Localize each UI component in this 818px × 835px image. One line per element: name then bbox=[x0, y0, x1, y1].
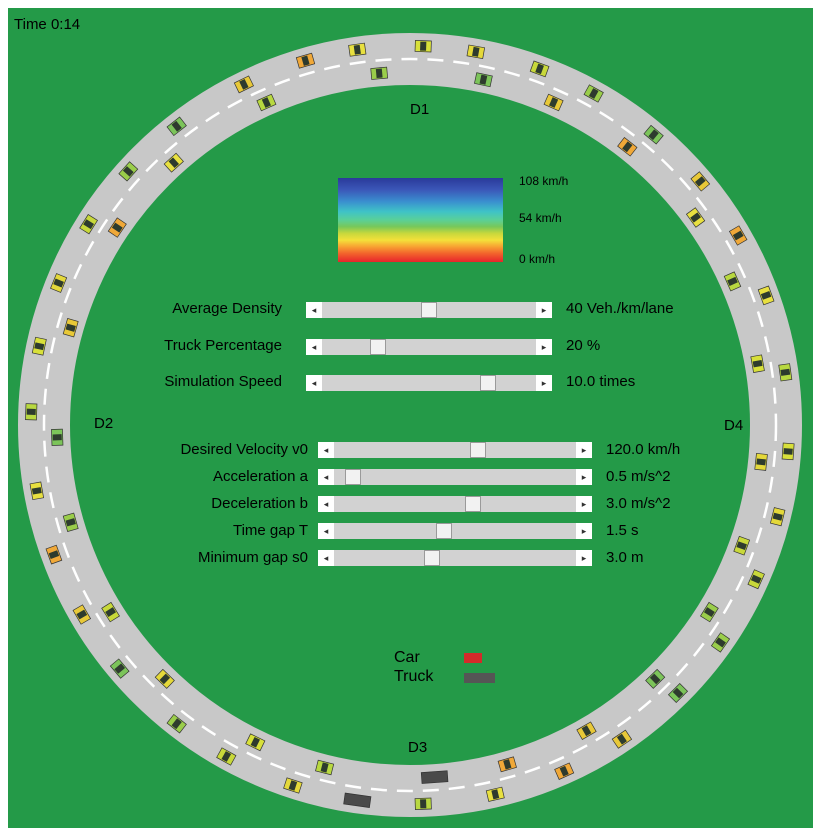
time-display: Time 0:14 bbox=[14, 16, 81, 33]
speed-colorbar bbox=[338, 178, 503, 262]
car-vehicle bbox=[778, 363, 793, 382]
minimum-gap-slider[interactable]: ◂ ▸ bbox=[318, 550, 592, 566]
car-vehicle bbox=[29, 481, 45, 501]
car-vehicle bbox=[25, 403, 38, 421]
simulation-canvas: Time 0:14 D1 D2 D3 D4 108 km/h 54 km/h 0… bbox=[8, 8, 813, 828]
desired-velocity-value: 120.0 km/h bbox=[606, 441, 681, 458]
minimum-gap-label: Minimum gap s0 bbox=[197, 549, 308, 566]
slider-right-arrow-icon[interactable]: ▸ bbox=[576, 523, 592, 539]
desired-velocity-slider[interactable]: ◂ ▸ bbox=[318, 442, 592, 458]
vehicle-body bbox=[420, 770, 449, 784]
simulation-speed-label: Simulation Speed bbox=[164, 373, 282, 390]
time-gap-value: 1.5 s bbox=[606, 522, 639, 539]
slider-right-arrow-icon[interactable]: ▸ bbox=[576, 469, 592, 485]
slider-right-arrow-icon[interactable]: ▸ bbox=[536, 302, 552, 318]
legend-car-swatch bbox=[464, 653, 482, 663]
vehicle-window bbox=[756, 458, 766, 466]
vehicle-window bbox=[780, 368, 791, 376]
deceleration-value: 3.0 m/s^2 bbox=[606, 495, 671, 512]
average-density-label: Average Density bbox=[172, 300, 282, 317]
car-vehicle bbox=[414, 797, 432, 810]
slider-left-arrow-icon[interactable]: ◂ bbox=[318, 496, 334, 512]
car-vehicle bbox=[370, 66, 389, 80]
slider-thumb[interactable] bbox=[424, 550, 441, 566]
deceleration-label: Deceleration b bbox=[211, 495, 308, 512]
car-vehicle bbox=[414, 40, 432, 53]
slider-left-arrow-icon[interactable]: ◂ bbox=[306, 302, 322, 318]
detector-label-d1: D1 bbox=[410, 101, 430, 118]
truck-percentage-label: Truck Percentage bbox=[164, 337, 282, 354]
slider-left-arrow-icon[interactable]: ◂ bbox=[318, 469, 334, 485]
car-vehicle bbox=[754, 452, 768, 471]
legend-truck-swatch bbox=[464, 673, 495, 683]
desired-velocity-label: Desired Velocity v0 bbox=[180, 441, 308, 458]
acceleration-label: Acceleration a bbox=[212, 468, 308, 485]
car-vehicle bbox=[466, 44, 486, 60]
vehicle-window bbox=[26, 408, 36, 415]
slider-left-arrow-icon[interactable]: ◂ bbox=[306, 375, 322, 391]
detector-label-d4: D4 bbox=[724, 417, 744, 434]
colorbar-max-label: 108 km/h bbox=[519, 174, 569, 188]
slider-thumb[interactable] bbox=[421, 302, 437, 318]
car-vehicle bbox=[781, 442, 795, 461]
car-vehicle bbox=[51, 428, 64, 446]
slider-thumb[interactable] bbox=[435, 523, 452, 539]
deceleration-slider[interactable]: ◂ ▸ bbox=[318, 496, 592, 512]
slider-left-arrow-icon[interactable]: ◂ bbox=[318, 442, 334, 458]
detector-label-d3: D3 bbox=[408, 739, 428, 756]
slider-right-arrow-icon[interactable]: ▸ bbox=[536, 339, 552, 355]
slider-right-arrow-icon[interactable]: ▸ bbox=[576, 442, 592, 458]
car-vehicle bbox=[750, 354, 765, 373]
time-gap-label: Time gap T bbox=[232, 522, 308, 539]
vehicle-window bbox=[420, 41, 427, 51]
slider-left-arrow-icon[interactable]: ◂ bbox=[318, 550, 334, 566]
legend-truck-label: Truck bbox=[394, 668, 434, 685]
car-vehicle bbox=[348, 42, 367, 57]
vehicle-window bbox=[52, 434, 62, 441]
vehicle-window bbox=[783, 448, 793, 455]
average-density-value: 40 Veh./km/lane bbox=[566, 300, 674, 317]
detector-label-d2: D2 bbox=[94, 415, 114, 432]
truck-percentage-slider[interactable]: ◂ ▸ bbox=[306, 339, 552, 355]
minimum-gap-value: 3.0 m bbox=[606, 549, 644, 566]
slider-thumb[interactable] bbox=[465, 496, 482, 512]
vehicle-window bbox=[375, 68, 383, 79]
slider-left-arrow-icon[interactable]: ◂ bbox=[318, 523, 334, 539]
truck-vehicle bbox=[420, 770, 449, 784]
colorbar-min-label: 0 km/h bbox=[519, 252, 556, 266]
truck-percentage-value: 20 % bbox=[566, 337, 601, 354]
time-gap-slider[interactable]: ◂ ▸ bbox=[318, 523, 592, 539]
acceleration-slider[interactable]: ◂ ▸ bbox=[318, 469, 592, 485]
average-density-slider[interactable]: ◂ ▸ bbox=[306, 302, 552, 318]
slider-left-arrow-icon[interactable]: ◂ bbox=[306, 339, 322, 355]
slider-thumb[interactable] bbox=[480, 375, 497, 391]
legend-car-label: Car bbox=[394, 649, 420, 666]
vehicle-window bbox=[420, 799, 427, 809]
vehicle-window bbox=[353, 44, 361, 55]
slider-right-arrow-icon[interactable]: ▸ bbox=[576, 550, 592, 566]
slider-thumb[interactable] bbox=[369, 339, 386, 355]
simulation-speed-value: 10.0 times bbox=[566, 373, 636, 390]
slider-thumb[interactable] bbox=[469, 442, 486, 458]
slider-thumb[interactable] bbox=[345, 469, 362, 485]
slider-right-arrow-icon[interactable]: ▸ bbox=[536, 375, 552, 391]
colorbar-mid-label: 54 km/h bbox=[519, 211, 562, 225]
ring-road bbox=[18, 33, 802, 817]
slider-right-arrow-icon[interactable]: ▸ bbox=[576, 496, 592, 512]
simulation-speed-slider[interactable]: ◂ ▸ bbox=[306, 375, 552, 391]
acceleration-value: 0.5 m/s^2 bbox=[606, 468, 671, 485]
